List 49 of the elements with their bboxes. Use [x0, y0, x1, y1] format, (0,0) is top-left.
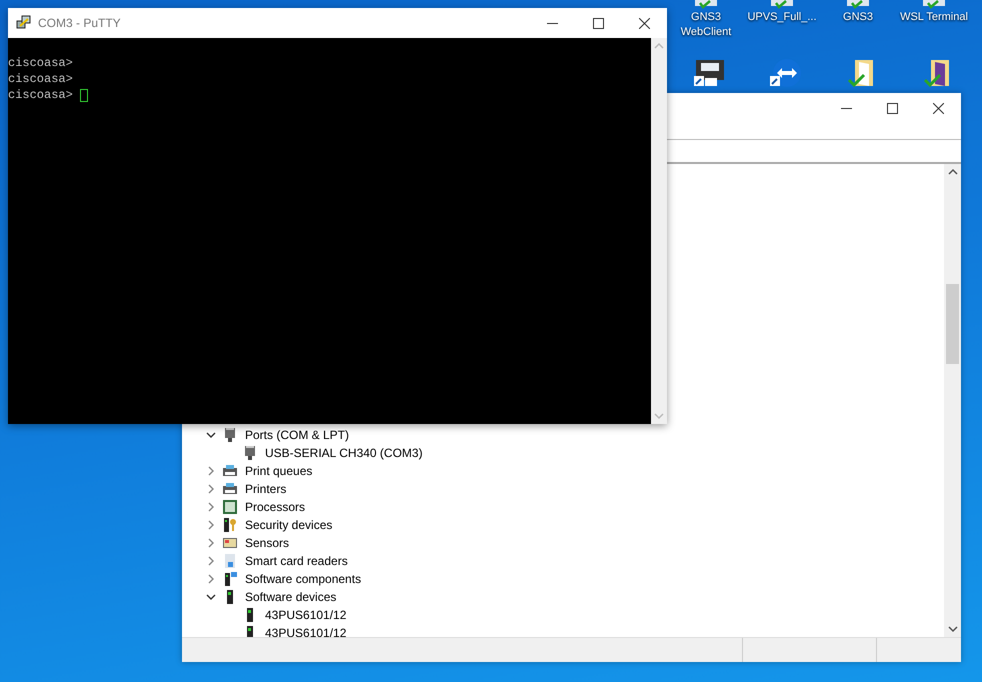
maximize-icon[interactable]: [592, 18, 604, 28]
printer-icon: [222, 481, 238, 497]
tree-item[interactable]: Smart card readers: [245, 554, 348, 568]
chevron-right-icon[interactable]: [206, 502, 216, 512]
terminal-app-icon: [16, 15, 32, 31]
tree-item[interactable]: Software components: [245, 572, 362, 586]
chevron-down-icon[interactable]: [206, 430, 216, 440]
scrollbar-thumb[interactable]: [946, 284, 959, 364]
maximize-icon[interactable]: [886, 102, 898, 114]
scroll-up-icon[interactable]: [948, 168, 958, 176]
terminal-line: ciscoasa>: [8, 88, 74, 102]
chevron-right-icon[interactable]: [206, 574, 216, 584]
remote-control-icon[interactable]: [769, 58, 803, 88]
chevron-right-icon[interactable]: [206, 538, 216, 548]
printer-icon: [222, 463, 238, 479]
tree-item[interactable]: USB-SERIAL CH340 (COM3): [265, 446, 423, 460]
tree-item[interactable]: Ports (COM & LPT): [245, 428, 350, 442]
component-icon: [222, 571, 238, 587]
close-icon[interactable]: [638, 18, 650, 28]
scanner-icon[interactable]: [693, 58, 727, 88]
chevron-right-icon[interactable]: [206, 556, 216, 566]
desktop-icon-label[interactable]: GNS3 WebClient: [670, 10, 742, 40]
scrollbar[interactable]: [944, 164, 961, 637]
desktop-icon-label[interactable]: WSL Terminal: [898, 10, 970, 25]
key-icon: [222, 517, 238, 533]
close-icon[interactable]: [932, 102, 944, 114]
desktop-icon-label[interactable]: GNS3: [822, 10, 894, 25]
tree-item[interactable]: Software devices: [245, 590, 336, 604]
tree-item[interactable]: Print queues: [245, 464, 312, 478]
chevron-down-icon[interactable]: [206, 592, 216, 602]
tree-item[interactable]: 43PUS6101/12: [265, 608, 346, 622]
chip-icon: [222, 499, 238, 515]
tree-item[interactable]: Printers: [245, 482, 286, 496]
chevron-right-icon[interactable]: [206, 466, 216, 476]
window-title: COM3 - PuTTY: [38, 16, 122, 30]
tree-item[interactable]: Security devices: [245, 518, 332, 532]
port-icon: [222, 427, 238, 443]
port-icon: [242, 445, 258, 461]
chevron-right-icon[interactable]: [206, 520, 216, 530]
terminal-line: ciscoasa>: [8, 72, 73, 86]
sensor-icon: [222, 535, 238, 551]
tree-item[interactable]: Processors: [245, 500, 306, 514]
tree-item[interactable]: 43PUS6101/12: [265, 626, 346, 637]
card-reader-icon: [222, 553, 238, 569]
desktop-icon-label[interactable]: UPVS_Full_...: [746, 10, 818, 25]
tree-item[interactable]: Sensors: [245, 536, 290, 550]
terminal-line: ciscoasa>: [8, 56, 73, 70]
chevron-right-icon[interactable]: [206, 484, 216, 494]
scroll-down-icon[interactable]: [948, 625, 958, 633]
